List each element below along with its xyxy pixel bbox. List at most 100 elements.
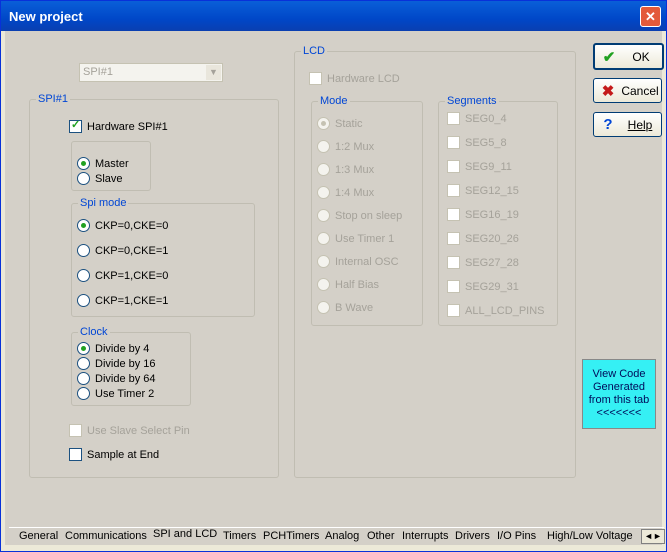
clock-option-1[interactable]: Divide by 16 [77,357,156,370]
spi-mode-radio-3[interactable] [77,294,90,307]
tab-communications[interactable]: Communications [65,530,147,544]
lcd-mode-radio-0[interactable] [317,117,330,130]
sample-at-end-checkbox[interactable]: Sample at End [69,448,159,461]
hardware-lcd-label: Hardware LCD [327,72,400,85]
tab-high-low-voltage[interactable]: High/Low Voltage [547,530,633,544]
spi-mode-radio-0[interactable] [77,219,90,232]
view-code-line-4: <<<<<<< [596,407,642,419]
segment-checkbox-0[interactable]: SEG0_4 [447,112,507,125]
close-button[interactable]: ✕ [640,6,661,27]
lcd-mode-option-6[interactable]: Internal OSC [317,255,399,268]
tab-drivers[interactable]: Drivers [455,530,490,544]
lcd-mode-label-3: 1:4 Mux [335,186,375,199]
clock-radio-3[interactable] [77,387,90,400]
segment-label-5: SEG20_26 [465,232,519,245]
tab-analog[interactable]: Analog [325,530,359,544]
segment-checkbox-1[interactable]: SEG5_8 [447,136,507,149]
lcd-mode-label-6: Internal OSC [335,255,399,268]
use-slave-select-check[interactable] [69,424,82,437]
segment-check-3[interactable] [447,184,460,197]
help-question-icon: ? [603,116,613,133]
hardware-spi-checkbox[interactable]: ✓ Hardware SPI#1 [69,119,168,133]
segment-checkbox-4[interactable]: SEG16_19 [447,208,519,221]
hardware-spi-check[interactable]: ✓ [69,119,82,133]
lcd-mode-radio-5[interactable] [317,232,330,245]
spi-mode-option-2[interactable]: CKP=1,CKE=0 [77,269,168,282]
ok-button[interactable]: ✔ OK [593,43,664,70]
title-bar[interactable]: New project ✕ [1,1,666,31]
spi-mode-option-1[interactable]: CKP=0,CKE=1 [77,244,168,257]
view-code-button[interactable]: View Code Generated from this tab <<<<<<… [582,359,656,429]
clock-radio-2[interactable] [77,372,90,385]
chevron-down-icon[interactable]: ▼ [206,65,221,80]
lcd-mode-option-4[interactable]: Stop on sleep [317,209,402,222]
segment-check-7[interactable] [447,280,460,293]
lcd-mode-option-3[interactable]: 1:4 Mux [317,186,374,199]
spi-device-select[interactable]: SPI#1 ▼ [79,63,223,82]
segment-check-8[interactable] [447,304,460,317]
clock-radio-1[interactable] [77,357,90,370]
hardware-lcd-checkbox[interactable]: Hardware LCD [309,72,400,85]
lcd-mode-radio-1[interactable] [317,140,330,153]
clock-option-0[interactable]: Divide by 4 [77,342,149,355]
master-radio-button[interactable] [77,157,90,170]
segment-check-6[interactable] [447,256,460,269]
tab-spi-and-lcd[interactable]: SPI and LCD [153,528,217,544]
segment-checkbox-3[interactable]: SEG12_15 [447,184,519,197]
segment-checkbox-8[interactable]: ALL_LCD_PINS [447,304,545,317]
segment-check-0[interactable] [447,112,460,125]
lcd-mode-option-7[interactable]: Half Bias [317,278,379,291]
segment-check-1[interactable] [447,136,460,149]
slave-radio[interactable]: Slave [77,172,123,185]
slave-radio-button[interactable] [77,172,90,185]
spi-mode-radio-2[interactable] [77,269,90,282]
lcd-mode-radio-4[interactable] [317,209,330,222]
new-project-dialog: New project ✕ SPI#1 ▼ SPI#1 ✓ Hardware S… [0,0,667,552]
master-radio[interactable]: Master [77,157,129,170]
segment-checkbox-2[interactable]: SEG9_11 [447,160,512,173]
spi-device-value: SPI#1 [83,66,113,78]
clock-option-2[interactable]: Divide by 64 [77,372,156,385]
segment-checkbox-6[interactable]: SEG27_28 [447,256,519,269]
lcd-mode-option-8[interactable]: B Wave [317,301,373,314]
cancel-label: Cancel [621,83,659,98]
tab-i-o-pins[interactable]: I/O Pins [497,530,536,544]
segment-check-2[interactable] [447,160,460,173]
clock-radio-0[interactable] [77,342,90,355]
spi-mode-option-0[interactable]: CKP=0,CKE=0 [77,219,168,232]
help-button[interactable]: ? Help [593,112,662,137]
clock-option-3[interactable]: Use Timer 2 [77,387,154,400]
segment-checkbox-7[interactable]: SEG29_31 [447,280,519,293]
tab-interrupts[interactable]: Interrupts [402,530,448,544]
lcd-mode-option-5[interactable]: Use Timer 1 [317,232,394,245]
tab-pchtimers[interactable]: PCHTimers [263,530,319,544]
segment-label-1: SEG5_8 [465,136,507,149]
segment-label-0: SEG0_4 [465,112,507,125]
use-slave-select-checkbox[interactable]: Use Slave Select Pin [69,424,190,437]
hardware-lcd-check[interactable] [309,72,322,85]
tab-timers[interactable]: Timers [223,530,256,544]
lcd-mode-option-0[interactable]: Static [317,117,363,130]
lcd-mode-label-7: Half Bias [335,278,380,291]
spi-mode-option-3[interactable]: CKP=1,CKE=1 [77,294,168,307]
segment-label-2: SEG9_11 [465,160,512,173]
lcd-mode-radio-6[interactable] [317,255,330,268]
segment-check-4[interactable] [447,208,460,221]
spi-mode-radio-1[interactable] [77,244,90,257]
cancel-button[interactable]: ✖ Cancel [593,78,662,103]
lcd-mode-label: Mode [320,95,348,107]
clock-label-0: Divide by 4 [95,342,150,355]
segment-check-5[interactable] [447,232,460,245]
sample-at-end-check[interactable] [69,448,82,461]
lcd-mode-option-2[interactable]: 1:3 Mux [317,163,374,176]
tab-scroll-arrows-icon[interactable]: ◄► [641,529,665,544]
lcd-mode-radio-7[interactable] [317,278,330,291]
segment-checkbox-5[interactable]: SEG20_26 [447,232,519,245]
lcd-mode-radio-2[interactable] [317,163,330,176]
lcd-mode-radio-3[interactable] [317,186,330,199]
segment-label-4: SEG16_19 [465,208,519,221]
tab-other[interactable]: Other [367,530,395,544]
lcd-mode-option-1[interactable]: 1:2 Mux [317,140,374,153]
lcd-mode-radio-8[interactable] [317,301,330,314]
tab-general[interactable]: General [19,530,58,544]
